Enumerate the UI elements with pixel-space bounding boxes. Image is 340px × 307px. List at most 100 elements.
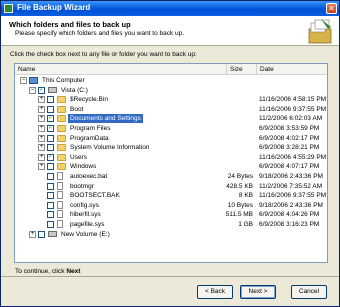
tree-item-date: 6/9/2008 4:02:17 PM bbox=[259, 134, 320, 142]
collapse-icon[interactable]: − bbox=[20, 77, 27, 84]
tree-row[interactable]: + ✓ Program Files 6/9/2008 3:53:59 PM bbox=[15, 124, 327, 134]
continue-next-label: Next bbox=[66, 268, 81, 275]
tree-item-date: 6/9/2008 3:16:23 PM bbox=[259, 221, 320, 228]
tree-item-name[interactable]: BOOTSECT.BAK bbox=[68, 191, 122, 200]
tree-item-date: 11/16/2006 4:58:15 PM bbox=[259, 96, 327, 104]
tree-checkbox[interactable]: ✓ bbox=[47, 125, 54, 132]
continue-hint: To continue, click Next bbox=[15, 268, 80, 275]
collapse-icon[interactable]: − bbox=[29, 86, 36, 94]
tree-row[interactable]: +✓ Boot 11/16/2006 9:37:55 PM bbox=[15, 105, 327, 115]
app-icon bbox=[4, 4, 13, 13]
tree-item-date: 11/2/2006 7:35:52 AM bbox=[259, 182, 323, 190]
tree-row[interactable]: +✓ System Volume Information 6/9/2008 3:28… bbox=[15, 143, 327, 153]
folder-icon bbox=[57, 153, 66, 161]
tree-checkbox[interactable]: ✓ bbox=[47, 134, 54, 142]
expand-icon[interactable]: + bbox=[38, 125, 45, 132]
close-button[interactable]: ✕ bbox=[326, 3, 337, 14]
tree-checkbox[interactable]: ✓ bbox=[47, 173, 54, 180]
tree-item-name[interactable]: System Volume Information bbox=[68, 143, 151, 152]
header-subtitle: Please specify which folders and files y… bbox=[15, 30, 185, 37]
tree-row[interactable]: ✓ config.sys 10 Bytes 9/18/2006 2:43:36 PM bbox=[15, 200, 327, 211]
tree-item-name[interactable]: This Computer bbox=[40, 76, 87, 85]
expand-icon[interactable]: + bbox=[38, 153, 45, 161]
tree-item-date: 9/18/2006 2:43:36 PM bbox=[259, 173, 323, 180]
tree-item-name[interactable]: hiberfil.sys bbox=[68, 210, 103, 219]
file-icon bbox=[57, 172, 63, 180]
tree-checkbox[interactable]: ✓ bbox=[38, 230, 45, 238]
file-icon bbox=[57, 200, 63, 209]
back-button[interactable]: < Back bbox=[197, 285, 233, 299]
file-backup-wizard-window: File Backup Wizard ✕ Which folders and f… bbox=[0, 0, 340, 307]
expand-icon[interactable]: + bbox=[38, 96, 45, 104]
column-header-date[interactable]: Date bbox=[257, 64, 327, 75]
tree-item-name[interactable]: config.sys bbox=[68, 201, 101, 210]
tree-checkbox[interactable]: ✓ bbox=[47, 105, 54, 113]
tree-row[interactable]: ✓ hiberfil.sys 511.5 MB 6/9/2008 4:04:26 PM bbox=[15, 210, 327, 220]
tree-checkbox[interactable]: ✓ bbox=[47, 182, 54, 190]
tree-row[interactable]: − This Computer bbox=[15, 76, 327, 86]
folder-icon bbox=[57, 144, 66, 152]
tree-item-name[interactable]: bootmgr bbox=[68, 182, 96, 191]
cancel-button[interactable]: Cancel bbox=[291, 285, 327, 299]
tree-checkbox[interactable]: ✓ bbox=[47, 221, 54, 228]
tree-checkbox[interactable]: ✓ bbox=[47, 211, 54, 219]
tree-item-date: 11/16/2006 9:37:55 PM bbox=[259, 192, 327, 200]
expand-icon[interactable]: + bbox=[38, 115, 45, 123]
tree-item-name[interactable]: Documents and Settings bbox=[68, 114, 143, 124]
file-icon bbox=[57, 210, 63, 219]
tree-item-name[interactable]: Users bbox=[68, 153, 89, 162]
expand-icon[interactable]: + bbox=[38, 144, 45, 152]
column-header-name[interactable]: Name bbox=[15, 64, 227, 75]
tree-item-name[interactable]: Boot bbox=[68, 105, 85, 114]
tree-row[interactable]: − ✓ Vista (C:) bbox=[15, 86, 327, 96]
tree-row[interactable]: +✓ ProgramData 6/9/2008 4:02:17 PM bbox=[15, 134, 327, 144]
header-title: Which folders and files to back up bbox=[9, 20, 131, 29]
tree-item-size: 24 Bytes bbox=[227, 173, 253, 180]
footer-divider bbox=[1, 276, 339, 277]
tree-row[interactable]: +✓ $Recycle.Bin 11/16/2006 4:58:15 PM bbox=[15, 95, 327, 105]
tree-checkbox[interactable]: ✓ bbox=[38, 86, 45, 94]
tree-checkbox[interactable]: ✓ bbox=[47, 144, 54, 152]
tree-item-name[interactable]: pagefile.sys bbox=[68, 220, 106, 229]
tree-row[interactable]: + ✓ Users 11/16/2006 4:55:29 PM bbox=[15, 153, 327, 163]
tree-item-name[interactable]: Program Files bbox=[68, 124, 112, 133]
tree-item-name[interactable]: Vista (C:) bbox=[59, 86, 90, 95]
tree-row[interactable]: + ✓ Documents and Settings 11/2/2006 6:02:0… bbox=[15, 114, 327, 124]
window-title: File Backup Wizard bbox=[17, 3, 91, 12]
column-header-size[interactable]: Size bbox=[227, 64, 257, 75]
folder-icon bbox=[57, 134, 66, 142]
tree-checkbox[interactable]: ✓ bbox=[47, 96, 54, 104]
tree-item-date: 6/9/2008 4:07:17 PM bbox=[259, 163, 320, 171]
tree-item-name[interactable]: ProgramData bbox=[68, 134, 111, 143]
expand-icon[interactable]: + bbox=[38, 163, 45, 171]
tree-item-date: 6/9/2008 3:53:59 PM bbox=[259, 125, 320, 132]
title-bar[interactable]: File Backup Wizard ✕ bbox=[1, 1, 339, 16]
tree-checkbox[interactable]: ✓ bbox=[47, 115, 54, 123]
tree-checkbox[interactable]: ✓ bbox=[47, 192, 54, 200]
tree-item-name[interactable]: autoexec.bat bbox=[68, 172, 109, 181]
folder-icon bbox=[57, 125, 66, 132]
tree-row[interactable]: ✓ bootmgr 428.5 KB 11/2/2006 7:35:52 AM bbox=[15, 181, 327, 192]
tree-row[interactable]: ✓ BOOTSECT.BAK 8 KB 11/16/2006 9:37:55 PM bbox=[15, 191, 327, 201]
expand-icon[interactable]: + bbox=[38, 134, 45, 142]
close-icon: ✕ bbox=[328, 4, 335, 13]
tree-checkbox[interactable]: ✓ bbox=[47, 163, 54, 171]
tree-item-name[interactable]: $Recycle.Bin bbox=[68, 95, 110, 104]
tree-checkbox[interactable]: ✓ bbox=[47, 201, 54, 209]
wizard-graphic-icon bbox=[308, 19, 332, 44]
tree-item-name[interactable]: New Volume (E:) bbox=[59, 230, 112, 239]
tree-row[interactable]: ✓ pagefile.sys 1 GB 6/9/2008 3:16:23 PM bbox=[15, 220, 327, 230]
tree-item-date: 6/9/2008 4:04:26 PM bbox=[259, 211, 320, 219]
tree-item-name[interactable]: Windows bbox=[68, 162, 98, 171]
tree-item-size: 10 Bytes bbox=[227, 201, 253, 209]
tree-row[interactable]: +✓ Windows 6/9/2008 4:07:17 PM bbox=[15, 162, 327, 172]
file-icon bbox=[57, 191, 63, 200]
drive-icon bbox=[48, 230, 57, 237]
tree-row[interactable]: ✓ autoexec.bat 24 Bytes 9/18/2006 2:43:36 P… bbox=[15, 172, 327, 182]
expand-icon[interactable]: + bbox=[38, 105, 45, 113]
tree-row[interactable]: +✓ New Volume (E:) bbox=[15, 230, 327, 240]
next-button[interactable]: Next > bbox=[240, 285, 276, 299]
file-tree-panel[interactable]: Name Size Date − This Computer − ✓ Vista (C:… bbox=[14, 63, 328, 263]
expand-icon[interactable]: + bbox=[29, 230, 36, 238]
tree-checkbox[interactable]: ✓ bbox=[47, 153, 54, 161]
